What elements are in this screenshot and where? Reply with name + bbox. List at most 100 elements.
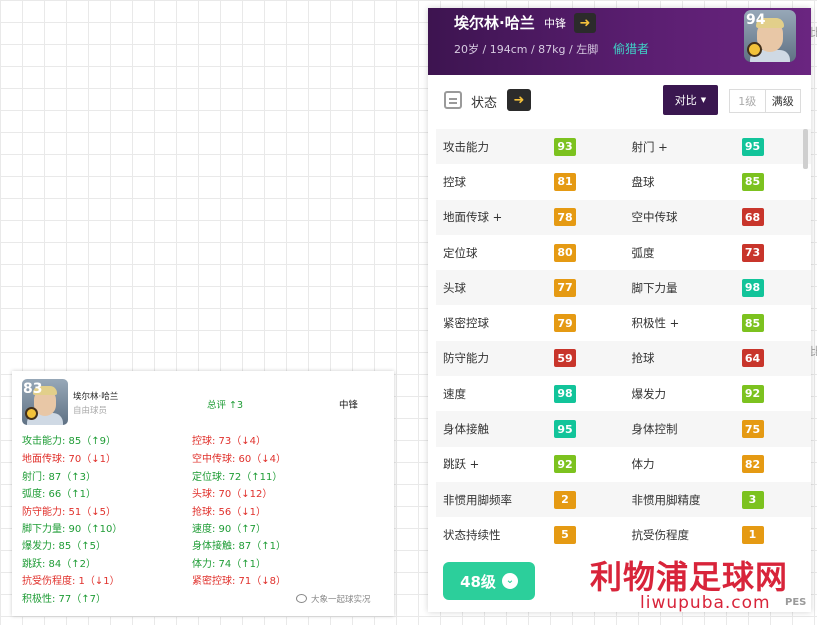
state-bar: 状态 ➜ 对比 ▼ 1级 满级	[428, 75, 811, 127]
stats-scrollbar[interactable]	[803, 129, 808, 169]
compare-stat: 爆发力: 85（↑5）	[22, 541, 107, 552]
watermark-url: liwupuba.com	[640, 593, 771, 613]
stat-row: 地面传球 + 78 空中传球 68	[436, 199, 811, 235]
stat-value: 68	[741, 208, 764, 227]
compare-stat: 紧密控球: 71（↓8）	[192, 576, 287, 587]
stat-name: 状态持续性	[443, 527, 501, 542]
chevron-down-icon: ⌄	[501, 573, 518, 589]
compare-stat: 速度: 90（↑7）	[192, 524, 267, 535]
stat-value: 92	[554, 455, 576, 474]
level-toggle: 1级 满级	[729, 89, 801, 113]
compare-stat: 攻击能力: 85（↑9）	[22, 436, 117, 447]
player-header: 埃尔林·哈兰 中锋 ➜ 20岁 / 194cm / 87kg / 左脚 偷猎者 …	[428, 8, 811, 75]
compare-stat: 弧度: 66（↑1）	[22, 489, 97, 500]
stat-value: 98	[554, 384, 576, 403]
stat-value: 95	[741, 137, 764, 156]
stat-row: 攻击能力 93 射门 + 95	[436, 129, 811, 165]
stat-name: 定位球	[443, 245, 478, 260]
stat-row: 状态持续性 5 抗受伤程度 1	[436, 517, 811, 552]
credit-text: 大象一起球实况	[311, 595, 371, 605]
pes-logo-text: PES	[785, 597, 807, 608]
player-position: 中锋	[544, 17, 566, 30]
stat-value: 64	[741, 349, 764, 368]
compare-stat: 积极性: 77（↑7）	[22, 594, 107, 605]
compare-total: 总评 ↑3	[207, 400, 244, 411]
level-option-max[interactable]: 满级	[764, 90, 801, 112]
state-icon	[444, 91, 462, 109]
player-play-style[interactable]: 偷猎者	[613, 40, 649, 57]
compare-stat: 脚下力量: 90（↑10）	[22, 524, 123, 535]
compare-stat: 防守能力: 51（↓5）	[22, 507, 117, 518]
stat-value: 82	[741, 455, 764, 474]
comparison-panel: 83 埃尔林·哈兰 自由球员 总评 ↑3 中锋 攻击能力: 85（↑9） 地面传…	[12, 371, 394, 616]
compare-stat: 头球: 70（↓12）	[192, 489, 273, 500]
compare-stat: 身体接触: 87（↑1）	[192, 541, 287, 552]
caret-down-icon: ▼	[700, 96, 707, 104]
stat-name: 空中传球	[631, 210, 678, 225]
stat-row: 速度 98 爆发力 92	[436, 376, 811, 411]
stat-value: 73	[741, 243, 764, 262]
compare-stat: 空中传球: 60（↓4）	[192, 454, 287, 465]
stat-value: 79	[554, 314, 576, 333]
badge-icon	[25, 407, 38, 420]
compare-stat: 控球: 73（↓4）	[192, 436, 267, 447]
stat-name: 速度	[443, 386, 466, 401]
stat-row: 防守能力 59 抢球 64	[436, 340, 811, 377]
stat-name: 控球	[443, 174, 466, 189]
stat-value: 95	[554, 420, 576, 439]
stat-value: 77	[554, 278, 576, 297]
share-arrow-icon[interactable]: ➜	[574, 13, 596, 33]
stat-value: 78	[554, 208, 576, 227]
stat-name: 非惯用脚频率	[443, 492, 512, 507]
stat-name: 紧密控球	[443, 316, 489, 331]
stats-table: 攻击能力 93 射门 +95 控球 81 盘球 85 地面传球 +78 空中传球 68 …	[436, 129, 811, 553]
state-label: 状态	[471, 96, 498, 111]
compare-avatar: 83	[22, 379, 68, 425]
stat-name: 攻击能力	[443, 139, 489, 154]
compare-stat: 地面传球: 70（↓1）	[22, 454, 117, 465]
stat-name: 射门 +	[631, 139, 668, 154]
stat-name: 身体接触	[443, 422, 489, 437]
level-option-1[interactable]: 1级	[730, 90, 765, 112]
edge-text: 比	[810, 26, 817, 39]
stat-row: 头球 77 脚下力量 98	[436, 270, 811, 306]
stat-name: 非惯用脚精度	[631, 492, 701, 507]
badge-icon	[747, 42, 762, 57]
level-button-label: 48级	[460, 572, 496, 591]
player-avatar: 94	[744, 10, 796, 62]
player-card: 埃尔林·哈兰 中锋 ➜ 20岁 / 194cm / 87kg / 左脚 偷猎者 …	[428, 8, 811, 612]
stat-value: 85	[741, 172, 764, 191]
stat-row: 非惯用脚频率 2 非惯用脚精度 3	[436, 481, 811, 518]
compare-player-status: 自由球员	[73, 406, 108, 416]
stat-value: 85	[741, 314, 764, 333]
compare-button[interactable]: 对比 ▼	[663, 85, 718, 115]
compare-stat: 体力: 74（↑1）	[192, 559, 267, 570]
stat-row: 跳跃 + 92 体力 82	[436, 447, 811, 482]
stat-value: 80	[554, 243, 576, 262]
stat-value: 2	[554, 490, 576, 509]
compare-rating: 83	[23, 381, 43, 397]
level-select-button[interactable]: 48级 ⌄	[443, 562, 535, 600]
stat-row: 控球 81 盘球 85	[436, 164, 811, 199]
stat-name: 抢球	[631, 351, 655, 366]
compare-stat: 抢球: 56（↓1）	[192, 507, 267, 518]
stat-value: 59	[554, 349, 576, 368]
stat-row: 定位球 80 弧度 73	[436, 235, 811, 270]
stat-name: 盘球	[631, 174, 655, 189]
compare-player-name: 埃尔林·哈兰	[73, 392, 119, 402]
player-info: 20岁 / 194cm / 87kg / 左脚	[454, 43, 599, 56]
wechat-icon	[296, 594, 307, 603]
stat-row: 身体接触 95 身体控制 75	[436, 411, 811, 447]
stat-value: 5	[554, 525, 576, 544]
player-rating: 94	[746, 12, 766, 28]
stat-row: 紧密控球 79 积极性 + 85	[436, 305, 811, 340]
compare-stat: 抗受伤程度: 1（↓1）	[22, 576, 120, 587]
player-name: 埃尔林·哈兰	[454, 14, 535, 32]
compare-label: 对比	[674, 94, 697, 107]
stat-name: 身体控制	[631, 422, 678, 437]
stat-value: 1	[741, 525, 764, 544]
stat-value: 81	[554, 172, 576, 191]
state-arrow-icon[interactable]: ➜	[507, 89, 531, 111]
stat-name: 防守能力	[443, 351, 489, 366]
stat-name: 跳跃 +	[443, 457, 480, 472]
